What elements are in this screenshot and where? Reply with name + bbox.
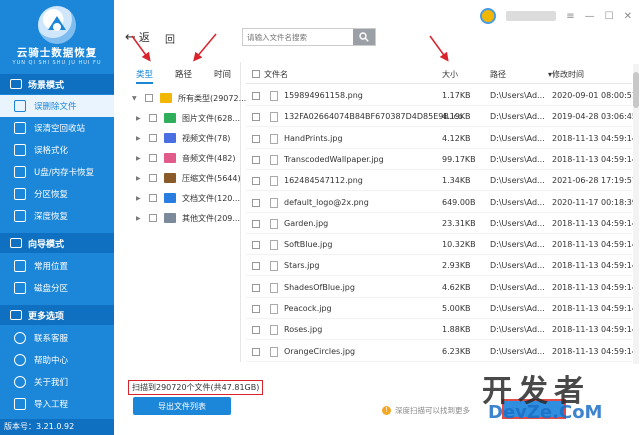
- app-window: 云骑士数据恢复 YUN QI SHI SHU JU HUI FU 场景模式 误删…: [0, 0, 640, 435]
- annotation-arrows: [131, 33, 449, 62]
- arrow-annotation-size: [429, 35, 449, 62]
- arrow-annotation-path: [193, 33, 217, 62]
- arrow-annotation-type: [131, 35, 151, 62]
